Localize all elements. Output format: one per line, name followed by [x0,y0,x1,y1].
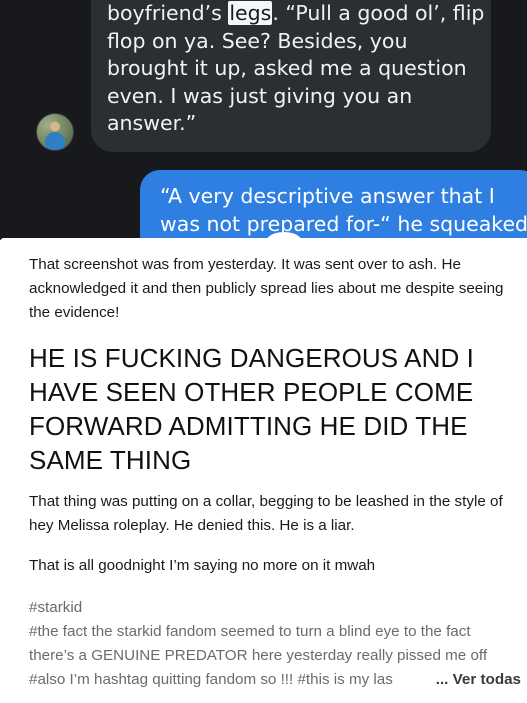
post-paragraph: That thing was putting on a collar, begg… [29,493,503,534]
outgoing-line: was not prepared for-“ he squeaked [160,211,527,236]
highlighted-word: legs [228,1,273,25]
post-paragraph: That is all goodnight I’m saying no more… [29,557,376,574]
avatar [36,113,74,151]
incoming-line: flop on ya. See? Besides, you [107,28,408,53]
post-heading: HE IS FUCKING DANGEROUS AND I HAVE SEEN … [29,343,474,475]
outgoing-line: “A very descriptive answer that I [160,184,495,208]
outgoing-message-bubble: “A very descriptive answer that I was no… [140,170,527,240]
incoming-message-bubble: boyfriend’s legs. “Pull a good ol’, flip… [91,0,491,152]
incoming-line: brought it up, asked me a question [107,56,467,80]
tag-starkid[interactable]: #starkid [29,596,521,620]
incoming-line: boyfriend’s legs. “Pull a good ol’, flip [107,1,485,25]
incoming-line: answer.” [107,111,197,135]
post-paragraph: That screenshot was from yesterday. It w… [29,256,504,321]
incoming-line: even. I was just giving you an [107,83,413,108]
embedded-chat-screenshot: boyfriend’s legs. “Pull a good ol’, flip… [0,0,527,240]
post-tags: #starkid #the fact the starkid fandom se… [29,596,521,692]
tag-line-text[interactable]: #also I’m hashtag quitting fandom so !!!… [29,671,393,688]
tag-line[interactable]: #the fact the starkid fandom seemed to t… [29,620,521,644]
tag-line[interactable]: #also I’m hashtag quitting fandom so !!!… [29,668,521,692]
post-body: That screenshot was from yesterday. It w… [0,238,527,703]
tag-line[interactable]: there’s a GENUINE PREDATOR here yesterda… [29,644,521,668]
see-all-tags-link[interactable]: ... Ver todas [413,668,521,692]
